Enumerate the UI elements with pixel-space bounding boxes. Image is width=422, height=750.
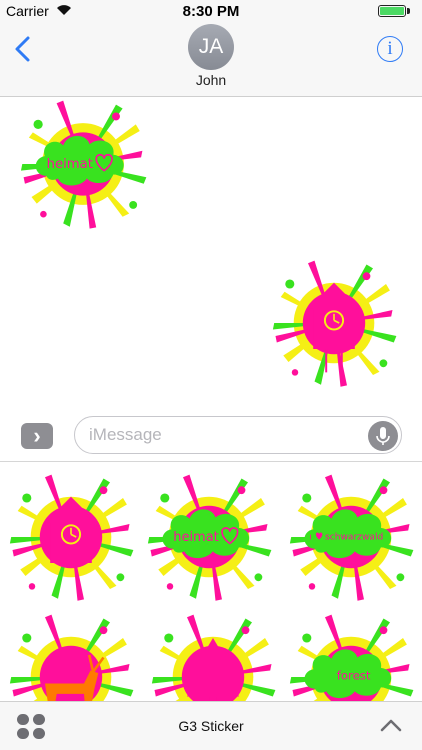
sticker-deer[interactable] (6, 612, 136, 701)
cuckoo-clock-splash-sticker (9, 474, 134, 601)
sticker-forest[interactable]: forest (286, 612, 416, 701)
sticker-forest-tree[interactable] (148, 612, 278, 701)
tree-splash-sticker (151, 614, 276, 701)
compose-bar: › (0, 408, 422, 460)
contact-avatar[interactable]: JA (188, 24, 234, 70)
sticker-heimat-message[interactable]: heimat (8, 98, 158, 230)
heimat-splash-sticker: heimat (147, 474, 272, 601)
schwarzwald-text: schwarzwald (325, 533, 383, 543)
conversation-area: heimat (0, 98, 422, 400)
heimat-text: heimat (47, 157, 93, 172)
battery-level (380, 7, 404, 15)
status-time: 8:30 PM (182, 3, 240, 20)
forest-splash-sticker: forest (289, 614, 414, 701)
battery-icon (378, 5, 406, 17)
app-bottom-bar: G3 Sticker (0, 701, 422, 750)
app-drawer-toggle-button[interactable]: › (21, 423, 53, 449)
schwarzwald-splash-sticker: I schwarzwald (289, 474, 414, 601)
sticker-schwarzwald[interactable]: I schwarzwald (286, 472, 416, 602)
microphone-button[interactable] (368, 421, 398, 451)
sticker-cuckoo-clock[interactable] (6, 472, 136, 602)
i-text: I (309, 533, 311, 542)
sticker-cuckoo-message[interactable] (258, 258, 410, 388)
sticker-heimat[interactable]: heimat (144, 472, 274, 602)
conversation-header: JA John i (0, 22, 422, 97)
message-field[interactable] (74, 416, 402, 454)
deer-splash-sticker (9, 614, 134, 701)
contact-name[interactable]: John (0, 72, 422, 88)
heimat-text: heimat (173, 530, 219, 545)
info-button[interactable]: i (377, 36, 403, 62)
microphone-icon (376, 427, 390, 445)
heimat-splash-sticker: heimat (20, 100, 147, 229)
cuckoo-clock-splash-sticker (272, 260, 397, 387)
back-chevron-icon[interactable] (8, 34, 38, 64)
expand-chevron-icon[interactable] (379, 716, 403, 734)
message-input[interactable] (89, 423, 359, 447)
forest-text: forest (337, 669, 371, 683)
sticker-drawer: heimat I schwarzwald forest (0, 461, 422, 701)
app-name: G3 Sticker (178, 718, 244, 734)
status-bar: Carrier 8:30 PM (0, 0, 422, 22)
battery-tip (407, 8, 410, 14)
